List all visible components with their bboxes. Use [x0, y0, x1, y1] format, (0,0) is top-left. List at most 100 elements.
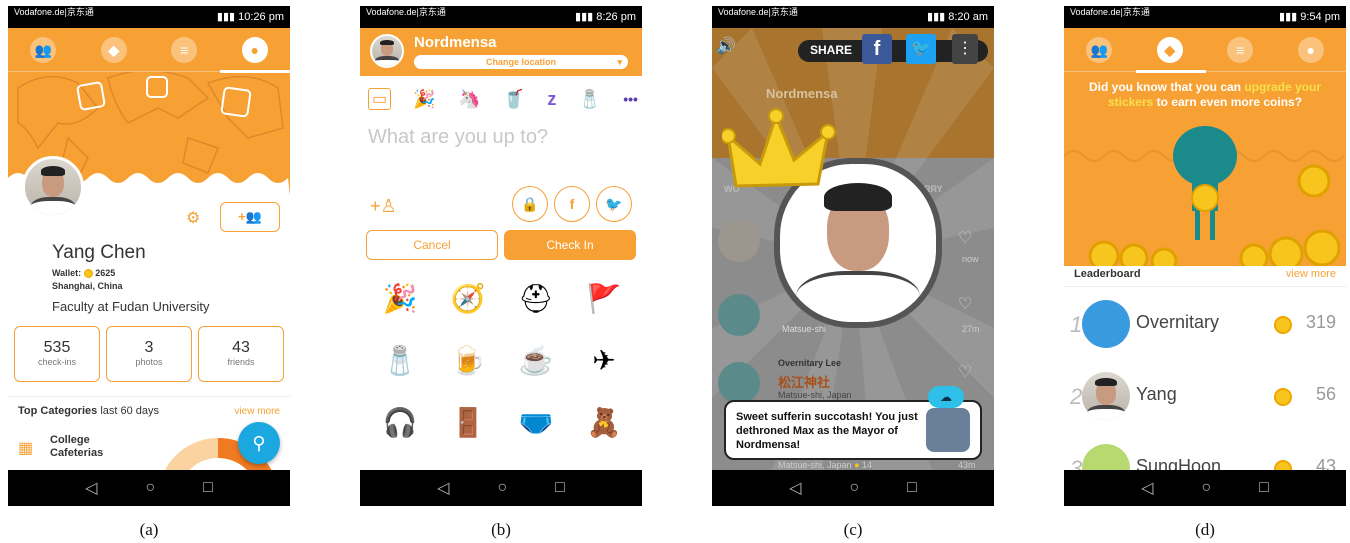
friends-tab-icon[interactable]: 👥 [30, 36, 57, 63]
sticker-cup-icon[interactable]: 🥤 [503, 89, 525, 110]
clock: 8:20 am [948, 11, 988, 23]
avatar[interactable] [22, 156, 84, 218]
back-icon[interactable]: ◁ [437, 478, 449, 498]
more-stickers-icon[interactable]: ••• [623, 91, 638, 107]
sticker-salt-shaker-icon[interactable]: 🧂 [376, 336, 424, 384]
back-icon[interactable]: ◁ [789, 478, 801, 498]
home-icon[interactable]: ○ [849, 479, 859, 497]
home-icon[interactable]: ○ [497, 479, 507, 497]
add-friend-button[interactable]: +👥 [220, 202, 280, 232]
recents-icon[interactable]: □ [555, 479, 565, 497]
cafeteria-icon: ▦ [18, 440, 34, 457]
leader-coins: 56 [1315, 384, 1336, 404]
screen-checkin: Vodafone.de|京东通信 o2 - de ▮▮▮ 8:26 pm Nor… [360, 6, 642, 506]
sticker-viking-helmet-icon[interactable]: ⛑ [512, 274, 560, 322]
android-nav-bar: ◁ ○ □ [8, 470, 290, 506]
checkin-stack-icon[interactable] [75, 80, 107, 112]
sound-icon[interactable]: 🔊 [716, 36, 736, 56]
caption-a: (a) [139, 520, 159, 539]
lock-icon[interactable]: 🔒 [512, 186, 548, 222]
wallet-line: Wallet: 2625 [52, 268, 115, 279]
sticker-flag-icon[interactable]: 🚩 [580, 274, 628, 322]
leaderboard-title: Leaderboard [1074, 268, 1141, 280]
stat-checkins[interactable]: 535 check-ins [14, 326, 100, 382]
sticker-underwear-icon[interactable]: 🩲 [512, 398, 560, 446]
more-options-icon[interactable]: ⋮ [952, 34, 978, 64]
signal-icon: ▮▮▮ [1279, 11, 1301, 23]
sticker-unicorn-icon[interactable]: 🦄 [458, 89, 480, 110]
change-location-dropdown[interactable]: Change location ▾ [414, 55, 628, 69]
facebook-icon[interactable]: f [554, 186, 590, 222]
status-composer[interactable]: What are you up to? [368, 126, 548, 149]
back-icon[interactable]: ◁ [85, 478, 97, 498]
check-in-button[interactable]: Check In [504, 230, 636, 260]
settings-gear-icon[interactable]: ⚙ [186, 208, 200, 228]
sticker-beer-mug-icon[interactable]: 🍺 [444, 336, 492, 384]
cancel-button[interactable]: Cancel [366, 230, 498, 260]
sticker-party-hat-icon[interactable]: 🎉 [376, 274, 424, 322]
profile-tab-icon[interactable]: ● [241, 36, 268, 63]
profile-tab-icon[interactable]: ● [1297, 36, 1324, 63]
caption-b: (b) [491, 520, 511, 539]
sticker-airplane-icon[interactable]: ✈ [580, 336, 628, 384]
home-icon[interactable]: ○ [1201, 479, 1211, 497]
coin-icon [1274, 460, 1292, 470]
stat-value: 3 [144, 339, 154, 356]
sticker-compass-icon[interactable]: 🧭 [444, 274, 492, 322]
profile-location: Shanghai, China [52, 281, 123, 291]
stat-friends[interactable]: 43 friends [198, 326, 284, 382]
gem-tab-icon[interactable]: ◆ [1156, 36, 1183, 63]
view-more-link[interactable]: view more [234, 406, 280, 417]
sticker-salt-icon[interactable]: 🧂 [579, 89, 601, 110]
stat-photos[interactable]: 3 photos [106, 326, 192, 382]
carrier-text: Vodafone.de|京东通信 Netz [718, 7, 798, 17]
cloud-mascot-icon: ☁ [928, 386, 964, 408]
checkin-stack-icon[interactable] [146, 76, 168, 98]
search-fab-button[interactable]: ⚲ [238, 422, 280, 464]
recents-icon[interactable]: □ [907, 479, 917, 497]
heart-icon[interactable]: ♡ [958, 294, 972, 314]
wallet-label: Wallet: [52, 268, 82, 278]
category-name[interactable]: College Cafeterias [50, 434, 120, 460]
twitter-share-icon[interactable]: 🐦 [906, 34, 936, 64]
checkin-stack-icon[interactable] [220, 86, 252, 118]
row-time: now [962, 254, 979, 264]
back-icon[interactable]: ◁ [1141, 478, 1153, 498]
messages-tab-icon[interactable]: ≡ [1227, 36, 1254, 63]
facebook-share-icon[interactable]: f [862, 34, 892, 64]
top-categories-header: Top Categories last 60 days [18, 405, 159, 417]
leaderboard-row[interactable]: 1 Overnitary 319 [1064, 294, 1346, 358]
active-tab-indicator [220, 70, 290, 73]
camera-icon[interactable]: ▭ [368, 88, 392, 110]
crown-icon [722, 108, 836, 188]
leader-avatar [1082, 300, 1130, 348]
leaderboard-row[interactable]: 3 SungHoon 43 [1064, 438, 1346, 470]
recents-icon[interactable]: □ [1259, 479, 1269, 497]
stat-label: photos [135, 357, 163, 367]
messages-tab-icon[interactable]: ≡ [171, 36, 198, 63]
signal-icon: ▮▮▮ [216, 11, 239, 23]
sticker-party-horn-icon[interactable]: 🎉 [413, 89, 435, 110]
stat-label: friends [227, 357, 255, 367]
gem-tab-icon[interactable]: ◆ [100, 36, 127, 63]
leaderboard-row[interactable]: 2 Yang 56 [1064, 366, 1346, 430]
tag-friend-icon[interactable]: +♙ [370, 196, 397, 217]
sticker-door-hanger-icon[interactable]: 🚪 [444, 398, 492, 446]
heart-icon[interactable]: ♡ [958, 228, 972, 248]
sticker-sleep-icon[interactable]: z [547, 89, 556, 110]
row-time: 27m [962, 324, 980, 334]
heart-icon[interactable]: ♡ [958, 362, 972, 382]
sticker-bear-float-icon[interactable]: 🧸 [580, 398, 628, 446]
friends-tab-icon[interactable]: 👥 [1086, 36, 1113, 63]
twitter-icon[interactable]: 🐦 [596, 186, 632, 222]
carrier-text: Vodafone.de|京东通信 o2 - de [366, 7, 446, 17]
underlying-venue-name: Nordmensa [766, 86, 838, 101]
sticker-earbuds-icon[interactable]: 🎧 [376, 398, 424, 446]
signal-icon: ▮▮▮ [575, 11, 597, 23]
recents-icon[interactable]: □ [203, 479, 213, 497]
row-venue-name: 松江神社 [778, 375, 831, 390]
change-location-label: Change location [485, 57, 556, 67]
home-icon[interactable]: ○ [145, 479, 155, 497]
sticker-coffee-cup-icon[interactable]: ☕ [512, 336, 560, 384]
view-more-link[interactable]: view more [1286, 268, 1336, 280]
